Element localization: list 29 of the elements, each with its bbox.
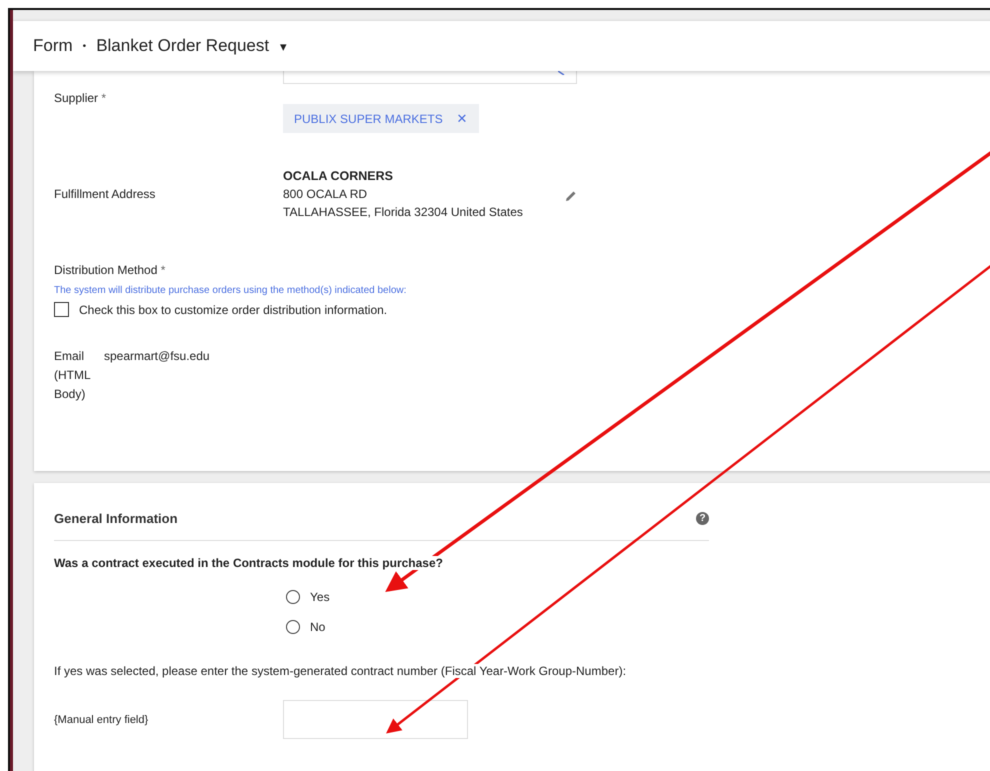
field-label: Fulfillment Address [54,187,156,201]
search-field[interactable] [283,69,577,84]
info-note: The system will distribute purchase orders using the method(s) indicated below: [54,285,408,296]
pencil-icon[interactable] [565,190,577,202]
field-label: {Manual entry field} [54,714,150,726]
field-label: Supplier [54,91,98,105]
email-value: spearmart@fsu.edu [104,348,210,365]
input-field[interactable] [283,700,468,739]
radio-label: Yes [310,590,330,604]
radio-label: No [310,620,326,634]
method-label: Email (HTML Body) [54,348,92,403]
chip-label: PUBLIX SUPER MARKETS [294,112,443,126]
required-mark: * [101,91,106,105]
separator-dot: • [82,40,86,52]
instruction-text: If yes was selected, please enter the system-generated contract number (Fiscal Year-Work Group-Number): [54,664,626,678]
checkbox[interactable] [54,302,69,317]
radio-button[interactable] [286,590,300,604]
address-street: 800 OCALA RD [283,187,368,201]
help-icon[interactable]: ? [696,512,709,525]
address-name: OCALA CORNERS [283,169,394,183]
form-title-dropdown[interactable]: Blanket Order Request ▾ [96,36,287,56]
radio-button[interactable] [286,620,300,634]
address-city: TALLAHASSEE, Florida 32304 United States [283,205,523,219]
field-label: Distribution Method [54,263,158,277]
section-title: General Information [54,511,178,526]
form-label: Form [33,36,73,56]
checkbox-label: Check this box to customize order distribution information. [79,302,388,316]
question-text: Was a contract executed in the Contracts module for this purchase? [54,556,443,570]
required-mark: * [160,263,166,277]
